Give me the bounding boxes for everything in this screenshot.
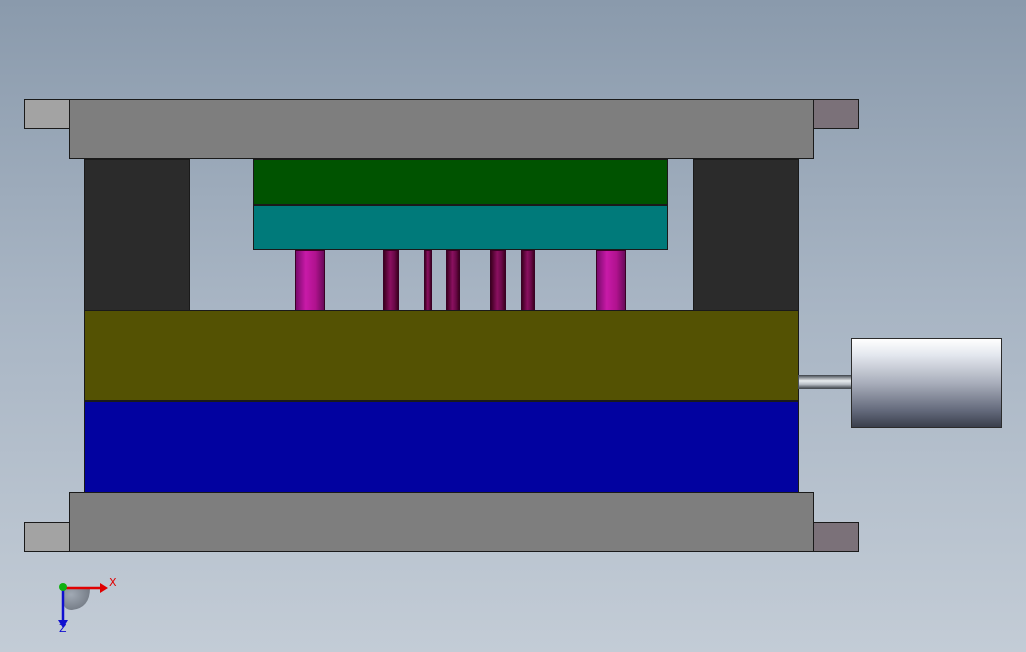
- z-axis-label: Z: [59, 622, 67, 635]
- x-axis-label: X: [109, 576, 117, 589]
- fixed-mould-plate[interactable]: [84, 401, 799, 493]
- cylinder-body[interactable]: [851, 338, 1002, 428]
- ejector-pin[interactable]: [490, 250, 506, 311]
- return-pin-right[interactable]: [596, 250, 626, 311]
- ejector-pin[interactable]: [446, 250, 460, 311]
- bottom-clamp-plate[interactable]: [69, 492, 814, 552]
- reference-triad: X Z: [58, 576, 117, 635]
- ejector-plate[interactable]: [253, 205, 668, 250]
- ejector-retainer-plate[interactable]: [253, 159, 668, 205]
- moving-mould-plate[interactable]: [84, 310, 799, 401]
- bottom-clamp-ear-right[interactable]: [813, 522, 859, 552]
- return-pin-left[interactable]: [295, 250, 325, 311]
- spacer-block-left[interactable]: [84, 159, 190, 311]
- triad-shade: [63, 588, 90, 610]
- bottom-clamp-ear-left[interactable]: [24, 522, 70, 552]
- ejector-pin[interactable]: [521, 250, 535, 311]
- top-clamp-plate[interactable]: [69, 99, 814, 159]
- ejector-pin[interactable]: [424, 250, 432, 311]
- top-clamp-ear-right[interactable]: [813, 99, 859, 129]
- graphics-viewport[interactable]: X Z: [0, 0, 1026, 652]
- ejector-pin[interactable]: [383, 250, 399, 311]
- spacer-block-right[interactable]: [693, 159, 799, 311]
- cylinder-rod[interactable]: [798, 375, 852, 389]
- x-axis-arrowhead: [100, 583, 108, 593]
- y-axis-dot-icon: [59, 583, 67, 591]
- top-clamp-ear-left[interactable]: [24, 99, 70, 129]
